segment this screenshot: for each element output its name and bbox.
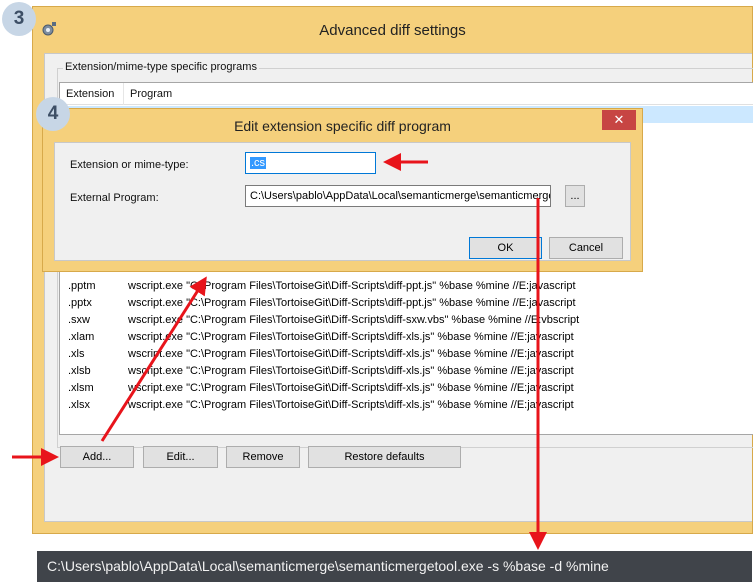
external-program-value: C:\Users\pablo\AppData\Local\semanticmer… xyxy=(250,190,551,202)
table-row[interactable]: .xlsx wscript.exe "C:\Program Files\Torto… xyxy=(60,397,753,414)
dialog-title: Edit extension specific diff program xyxy=(234,117,451,134)
table-row[interactable]: .xlsm wscript.exe "C:\Program Files\Torto… xyxy=(60,380,753,397)
row-extension: .xlam xyxy=(68,331,95,343)
group-label: Extension/mime-type specific programs xyxy=(63,61,259,73)
window-title: Advanced diff settings xyxy=(319,21,466,39)
close-button[interactable]: ✕ xyxy=(602,110,636,130)
ok-button[interactable]: OK xyxy=(469,237,542,259)
extension-input[interactable]: .cs xyxy=(245,152,376,174)
row-extension: .xls xyxy=(68,348,85,360)
table-row[interactable]: .pptm wscript.exe "C:\Program Files\Torto… xyxy=(60,278,753,295)
external-program-label: External Program: xyxy=(70,192,159,204)
row-extension: .pptm xyxy=(68,280,96,292)
command-line-bar: C:\Users\pablo\AppData\Local\semanticmer… xyxy=(37,551,752,582)
list-header: Extension Program xyxy=(60,83,753,105)
restore-defaults-button[interactable]: Restore defaults xyxy=(308,446,461,468)
step-3-badge: 3 xyxy=(2,2,36,36)
extension-label: Extension or mime-type: xyxy=(70,159,189,171)
row-program: wscript.exe "C:\Program Files\TortoiseGi… xyxy=(128,399,574,411)
row-program: wscript.exe "C:\Program Files\TortoiseGi… xyxy=(128,348,574,360)
edit-button[interactable]: Edit... xyxy=(143,446,218,468)
cancel-button[interactable]: Cancel xyxy=(549,237,623,259)
table-row[interactable]: .xlsb wscript.exe "C:\Program Files\Torto… xyxy=(60,363,753,380)
extension-input-value: .cs xyxy=(250,157,267,169)
table-row[interactable]: .xls wscript.exe "C:\Program Files\Tortoi… xyxy=(60,346,753,363)
row-program: wscript.exe "C:\Program Files\TortoiseGi… xyxy=(128,365,574,377)
table-row[interactable]: .xlam wscript.exe "C:\Program Files\Torto… xyxy=(60,329,753,346)
row-extension: .xlsb xyxy=(68,365,91,377)
external-program-input[interactable]: C:\Users\pablo\AppData\Local\semanticmer… xyxy=(245,185,551,207)
row-extension: .xlsm xyxy=(68,382,94,394)
row-extension: .xlsx xyxy=(68,399,90,411)
column-header-program[interactable]: Program xyxy=(124,83,753,105)
row-program: wscript.exe "C:\Program Files\TortoiseGi… xyxy=(128,331,574,343)
browse-button[interactable]: ... xyxy=(565,185,585,207)
remove-button[interactable]: Remove xyxy=(226,446,300,468)
column-header-extension[interactable]: Extension xyxy=(60,83,124,105)
row-program: wscript.exe "C:\Program Files\TortoiseGi… xyxy=(128,280,576,292)
dialog-client-area: Extension or mime-type: .cs External Pro… xyxy=(54,142,631,261)
table-row[interactable]: .sxw wscript.exe "C:\Program Files\Tortoi… xyxy=(60,312,753,329)
row-program: wscript.exe "C:\Program Files\TortoiseGi… xyxy=(128,382,574,394)
table-row[interactable]: .pptx wscript.exe "C:\Program Files\Torto… xyxy=(60,295,753,312)
step-4-badge: 4 xyxy=(36,97,70,131)
row-extension: .sxw xyxy=(68,314,90,326)
row-program: wscript.exe "C:\Program Files\TortoiseGi… xyxy=(128,314,580,326)
add-button[interactable]: Add... xyxy=(60,446,134,468)
edit-extension-dialog: Edit extension specific diff program ✕ E… xyxy=(42,108,643,272)
row-extension: .pptx xyxy=(68,297,92,309)
row-program: wscript.exe "C:\Program Files\TortoiseGi… xyxy=(128,297,576,309)
